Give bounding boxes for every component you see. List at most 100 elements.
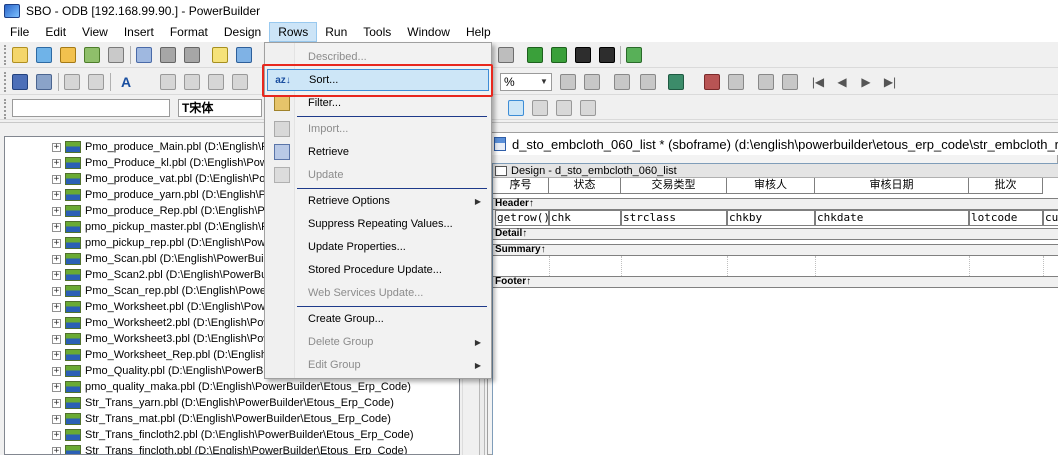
menu-rows[interactable]: Rows xyxy=(269,22,318,42)
delete-row-icon[interactable] xyxy=(782,74,798,90)
header-label[interactable]: 状态 xyxy=(549,178,621,194)
tree-item[interactable]: + Pmo_Quality.pbl (D:\English\PowerBu xyxy=(5,363,269,379)
column-field[interactable]: getrow() xyxy=(495,210,549,226)
expand-icon[interactable]: + xyxy=(52,190,61,200)
expand-icon[interactable]: + xyxy=(52,318,61,328)
copy-icon[interactable] xyxy=(184,74,200,90)
menu-run[interactable]: Run xyxy=(317,22,355,42)
cut-icon[interactable] xyxy=(160,74,176,90)
tree-item[interactable]: + pmo_pickup_rep.pbl (D:\English\Powe xyxy=(5,235,272,251)
menu-item-import[interactable]: Import... xyxy=(267,118,489,140)
column-field[interactable]: chkby xyxy=(727,210,815,226)
expand-icon[interactable]: + xyxy=(52,350,61,360)
tree-item[interactable]: + pmo_pickup_master.pbl (D:\English\P xyxy=(5,219,268,235)
tree-item[interactable]: + Pmo_Worksheet_Rep.pbl (D:\English xyxy=(5,347,267,363)
menu-file[interactable]: File xyxy=(0,22,37,42)
tree-item[interactable]: + Str_Trans_fincloth.pbl (D:\English\Powe… xyxy=(5,443,407,454)
menu-view[interactable]: View xyxy=(74,22,116,42)
paste-icon[interactable] xyxy=(208,74,224,90)
tree-item[interactable]: + Pmo_Scan_rep.pbl (D:\English\Powe xyxy=(5,283,266,299)
expand-icon[interactable]: + xyxy=(52,414,61,424)
refresh-icon[interactable] xyxy=(728,74,744,90)
tree-item[interactable]: + Pmo_Worksheet.pbl (D:\English\Powe xyxy=(5,299,271,315)
format-combo[interactable]: % ▼ xyxy=(500,73,552,91)
menu-item-retrieve[interactable]: Retrieve xyxy=(267,141,489,163)
align-right-icon[interactable] xyxy=(556,100,572,116)
print-icon[interactable] xyxy=(36,74,52,90)
inherit-icon[interactable] xyxy=(36,47,52,63)
menu-format[interactable]: Format xyxy=(162,22,216,42)
toolbar-grip[interactable] xyxy=(4,99,7,119)
column-field[interactable]: cus xyxy=(1043,210,1058,226)
data-icon[interactable] xyxy=(704,74,720,90)
exit-door-icon[interactable] xyxy=(626,47,642,63)
tree-item[interactable]: + Pmo_Worksheet3.pbl (D:\English\Pow xyxy=(5,331,271,347)
debug-bug2-icon[interactable] xyxy=(551,47,567,63)
justify-icon[interactable] xyxy=(580,100,596,116)
design-view[interactable]: Design - d_sto_embcloth_060_list 序号 状态 交… xyxy=(492,163,1058,455)
footer-band[interactable]: Footer↑ xyxy=(493,276,1058,288)
expand-icon[interactable]: + xyxy=(52,286,61,296)
expand-icon[interactable]: + xyxy=(52,398,61,408)
menu-help[interactable]: Help xyxy=(458,22,499,42)
new-icon[interactable] xyxy=(12,47,28,63)
size-icon[interactable] xyxy=(614,74,630,90)
column-field[interactable]: chkdate xyxy=(815,210,969,226)
column-field[interactable]: strclass xyxy=(621,210,727,226)
expand-icon[interactable]: + xyxy=(52,206,61,216)
summary-band[interactable]: Summary↑ xyxy=(493,244,1058,256)
size2-icon[interactable] xyxy=(640,74,656,90)
menu-item-create-group[interactable]: Create Group... xyxy=(267,308,489,330)
expand-icon[interactable]: + xyxy=(52,366,61,376)
column-field[interactable]: chk xyxy=(549,210,621,226)
tree-item[interactable]: + Str_Trans_fincloth2.pbl (D:\English\Pow… xyxy=(5,427,414,443)
tree-item[interactable]: + pmo_quality_maka.pbl (D:\English\PowerB… xyxy=(5,379,411,395)
notes-icon[interactable] xyxy=(212,47,228,63)
toolbar-grip[interactable] xyxy=(4,45,7,65)
expand-icon[interactable]: + xyxy=(52,142,61,152)
run-man-icon[interactable] xyxy=(575,47,591,63)
tree-item[interactable]: + Pmo_Scan.pbl (D:\English\PowerBuild xyxy=(5,251,272,267)
align-left-icon[interactable] xyxy=(508,100,524,116)
expand-icon[interactable]: + xyxy=(52,302,61,312)
tree-item[interactable]: + Pmo_Produce_kl.pbl (D:\English\Powe xyxy=(5,155,274,171)
menu-item-web-services-update[interactable]: Web Services Update... xyxy=(267,282,489,304)
tree-item[interactable]: + Pmo_Scan2.pbl (D:\English\PowerBuil xyxy=(5,267,272,283)
prior-page-icon[interactable]: ◀ xyxy=(834,74,850,90)
menu-item-retrieve-options[interactable]: Retrieve Options ▶ xyxy=(267,190,489,212)
menu-item-delete-group[interactable]: Delete Group ▶ xyxy=(267,331,489,353)
tree-item[interactable]: + Pmo_produce_Main.pbl (D:\English\Po xyxy=(5,139,275,155)
expand-icon[interactable]: + xyxy=(52,238,61,248)
tree-item[interactable]: + Pmo_produce_yarn.pbl (D:\English\Po xyxy=(5,187,272,203)
menu-tools[interactable]: Tools xyxy=(355,22,399,42)
expand-icon[interactable]: + xyxy=(52,174,61,184)
run-man2-icon[interactable] xyxy=(599,47,615,63)
menu-item-update[interactable]: Update xyxy=(267,164,489,186)
menu-item-update-properties[interactable]: Update Properties... xyxy=(267,236,489,258)
align-center-icon[interactable] xyxy=(532,100,548,116)
redo-icon[interactable] xyxy=(88,74,104,90)
column-field[interactable]: lotcode xyxy=(969,210,1043,226)
menu-item-edit-group[interactable]: Edit Group ▶ xyxy=(267,354,489,376)
menu-item-suppress-repeating[interactable]: Suppress Repeating Values... xyxy=(267,213,489,235)
menu-item-stored-procedure-update[interactable]: Stored Procedure Update... xyxy=(267,259,489,281)
library-icon[interactable] xyxy=(84,47,100,63)
expand-icon[interactable]: + xyxy=(52,334,61,344)
expand-icon[interactable]: + xyxy=(52,158,61,168)
box2-icon[interactable] xyxy=(184,47,200,63)
tree-item[interactable]: + Pmo_Worksheet2.pbl (D:\English\Pow xyxy=(5,315,271,331)
last-page-icon[interactable]: ▶| xyxy=(882,74,898,90)
header-label[interactable]: 批次 xyxy=(969,178,1043,194)
tree-item[interactable]: + Pmo_produce_vat.pbl (D:\English\Pow xyxy=(5,171,273,187)
detail-band[interactable]: Detail↑ xyxy=(493,228,1058,240)
toolbar-grip[interactable] xyxy=(4,72,7,92)
expand-icon[interactable]: + xyxy=(52,254,61,264)
first-page-icon[interactable]: |◀ xyxy=(810,74,826,90)
header-label[interactable]: 序号 xyxy=(493,178,549,194)
expand-icon[interactable]: + xyxy=(52,270,61,280)
header-label[interactable]: 交易类型 xyxy=(621,178,727,194)
align-icon[interactable] xyxy=(560,74,576,90)
menu-window[interactable]: Window xyxy=(399,22,458,42)
undo-icon[interactable] xyxy=(64,74,80,90)
menu-edit[interactable]: Edit xyxy=(37,22,74,42)
